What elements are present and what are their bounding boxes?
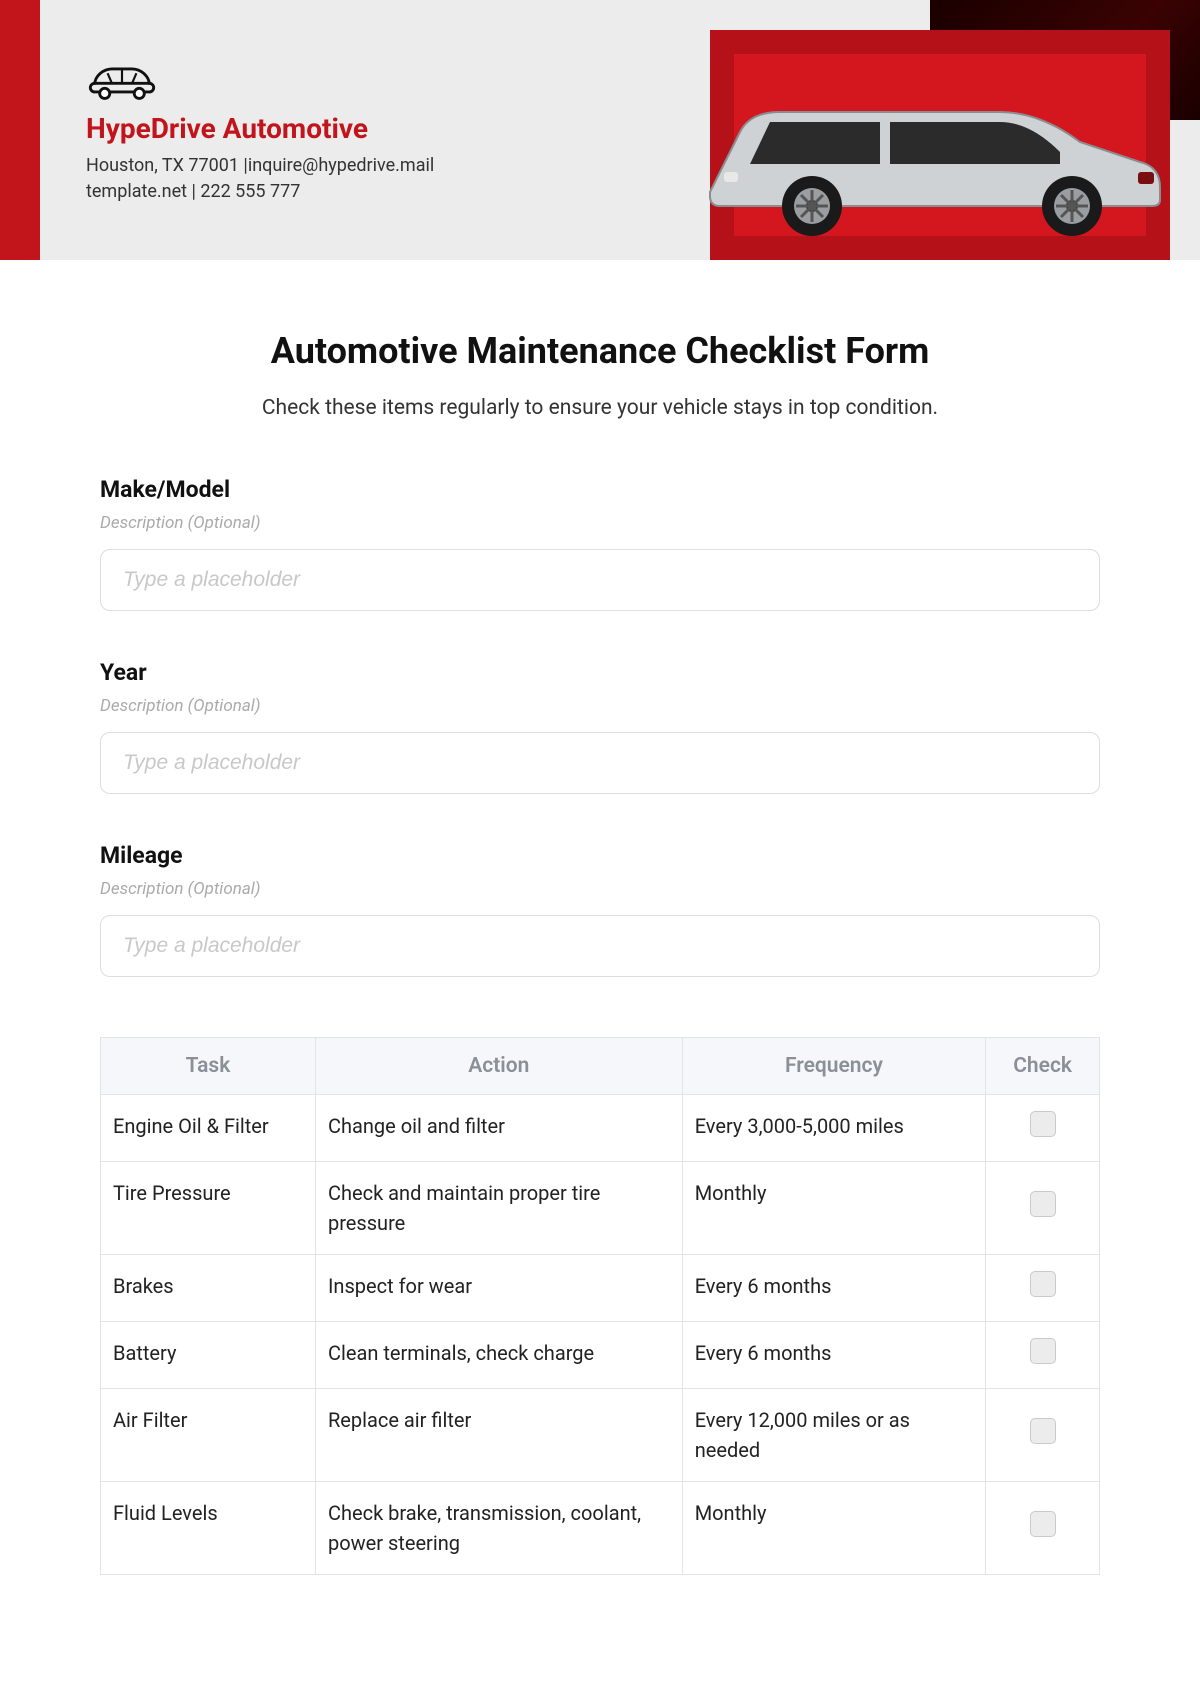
cell-task: Brakes [101, 1255, 316, 1322]
row-checkbox[interactable] [1030, 1111, 1056, 1137]
cell-frequency: Monthly [682, 1162, 985, 1255]
th-check: Check [986, 1038, 1100, 1095]
row-checkbox[interactable] [1030, 1511, 1056, 1537]
field-description: Description (Optional) [100, 513, 1100, 533]
year-input[interactable] [100, 732, 1100, 794]
field-label: Mileage [100, 842, 1100, 869]
th-task: Task [101, 1038, 316, 1095]
cell-check [986, 1095, 1100, 1162]
row-checkbox[interactable] [1030, 1338, 1056, 1364]
header-graphic [560, 0, 1200, 260]
table-row: Tire PressureCheck and maintain proper t… [101, 1162, 1100, 1255]
form-content: Automotive Maintenance Checklist Form Ch… [0, 260, 1200, 1575]
cell-action: Replace air filter [315, 1389, 682, 1482]
company-contact: Houston, TX 77001 |inquire@hypedrive.mai… [86, 153, 540, 205]
row-checkbox[interactable] [1030, 1191, 1056, 1217]
table-row: Engine Oil & FilterChange oil and filter… [101, 1095, 1100, 1162]
car-logo-icon [86, 85, 158, 104]
company-name: HypeDrive Automotive [86, 112, 540, 145]
cell-action: Check and maintain proper tire pressure [315, 1162, 682, 1255]
cell-check [986, 1482, 1100, 1575]
th-action: Action [315, 1038, 682, 1095]
contact-line-1: Houston, TX 77001 |inquire@hypedrive.mai… [86, 155, 434, 176]
field-label: Make/Model [100, 476, 1100, 503]
field-mileage: Mileage Description (Optional) [100, 842, 1100, 977]
table-header-row: Task Action Frequency Check [101, 1038, 1100, 1095]
row-checkbox[interactable] [1030, 1271, 1056, 1297]
row-checkbox[interactable] [1030, 1418, 1056, 1444]
mileage-input[interactable] [100, 915, 1100, 977]
table-row: Air FilterReplace air filterEvery 12,000… [101, 1389, 1100, 1482]
make-model-input[interactable] [100, 549, 1100, 611]
table-row: BrakesInspect for wearEvery 6 months [101, 1255, 1100, 1322]
cell-frequency: Every 6 months [682, 1322, 985, 1389]
table-row: BatteryClean terminals, check chargeEver… [101, 1322, 1100, 1389]
cell-action: Check brake, transmission, coolant, powe… [315, 1482, 682, 1575]
cell-frequency: Monthly [682, 1482, 985, 1575]
cell-check [986, 1322, 1100, 1389]
cell-action: Clean terminals, check charge [315, 1322, 682, 1389]
cell-task: Fluid Levels [101, 1482, 316, 1575]
page-subtitle: Check these items regularly to ensure yo… [100, 396, 1100, 420]
cell-frequency: Every 6 months [682, 1255, 985, 1322]
cell-check [986, 1255, 1100, 1322]
field-label: Year [100, 659, 1100, 686]
contact-line-2: template.net | 222 555 777 [86, 181, 300, 202]
maintenance-table: Task Action Frequency Check Engine Oil &… [100, 1037, 1100, 1575]
document-header: HypeDrive Automotive Houston, TX 77001 |… [0, 0, 1200, 260]
table-row: Fluid LevelsCheck brake, transmission, c… [101, 1482, 1100, 1575]
company-info: HypeDrive Automotive Houston, TX 77001 |… [40, 0, 540, 260]
field-description: Description (Optional) [100, 879, 1100, 899]
cell-check [986, 1389, 1100, 1482]
cell-task: Engine Oil & Filter [101, 1095, 316, 1162]
field-year: Year Description (Optional) [100, 659, 1100, 794]
accent-bar [0, 0, 40, 260]
page-title: Automotive Maintenance Checklist Form [100, 330, 1100, 372]
cell-task: Battery [101, 1322, 316, 1389]
cell-action: Change oil and filter [315, 1095, 682, 1162]
cell-frequency: Every 12,000 miles or as needed [682, 1389, 985, 1482]
suv-car-icon [680, 72, 1180, 242]
field-make-model: Make/Model Description (Optional) [100, 476, 1100, 611]
cell-task: Air Filter [101, 1389, 316, 1482]
cell-frequency: Every 3,000-5,000 miles [682, 1095, 985, 1162]
cell-check [986, 1162, 1100, 1255]
cell-action: Inspect for wear [315, 1255, 682, 1322]
cell-task: Tire Pressure [101, 1162, 316, 1255]
field-description: Description (Optional) [100, 696, 1100, 716]
th-frequency: Frequency [682, 1038, 985, 1095]
